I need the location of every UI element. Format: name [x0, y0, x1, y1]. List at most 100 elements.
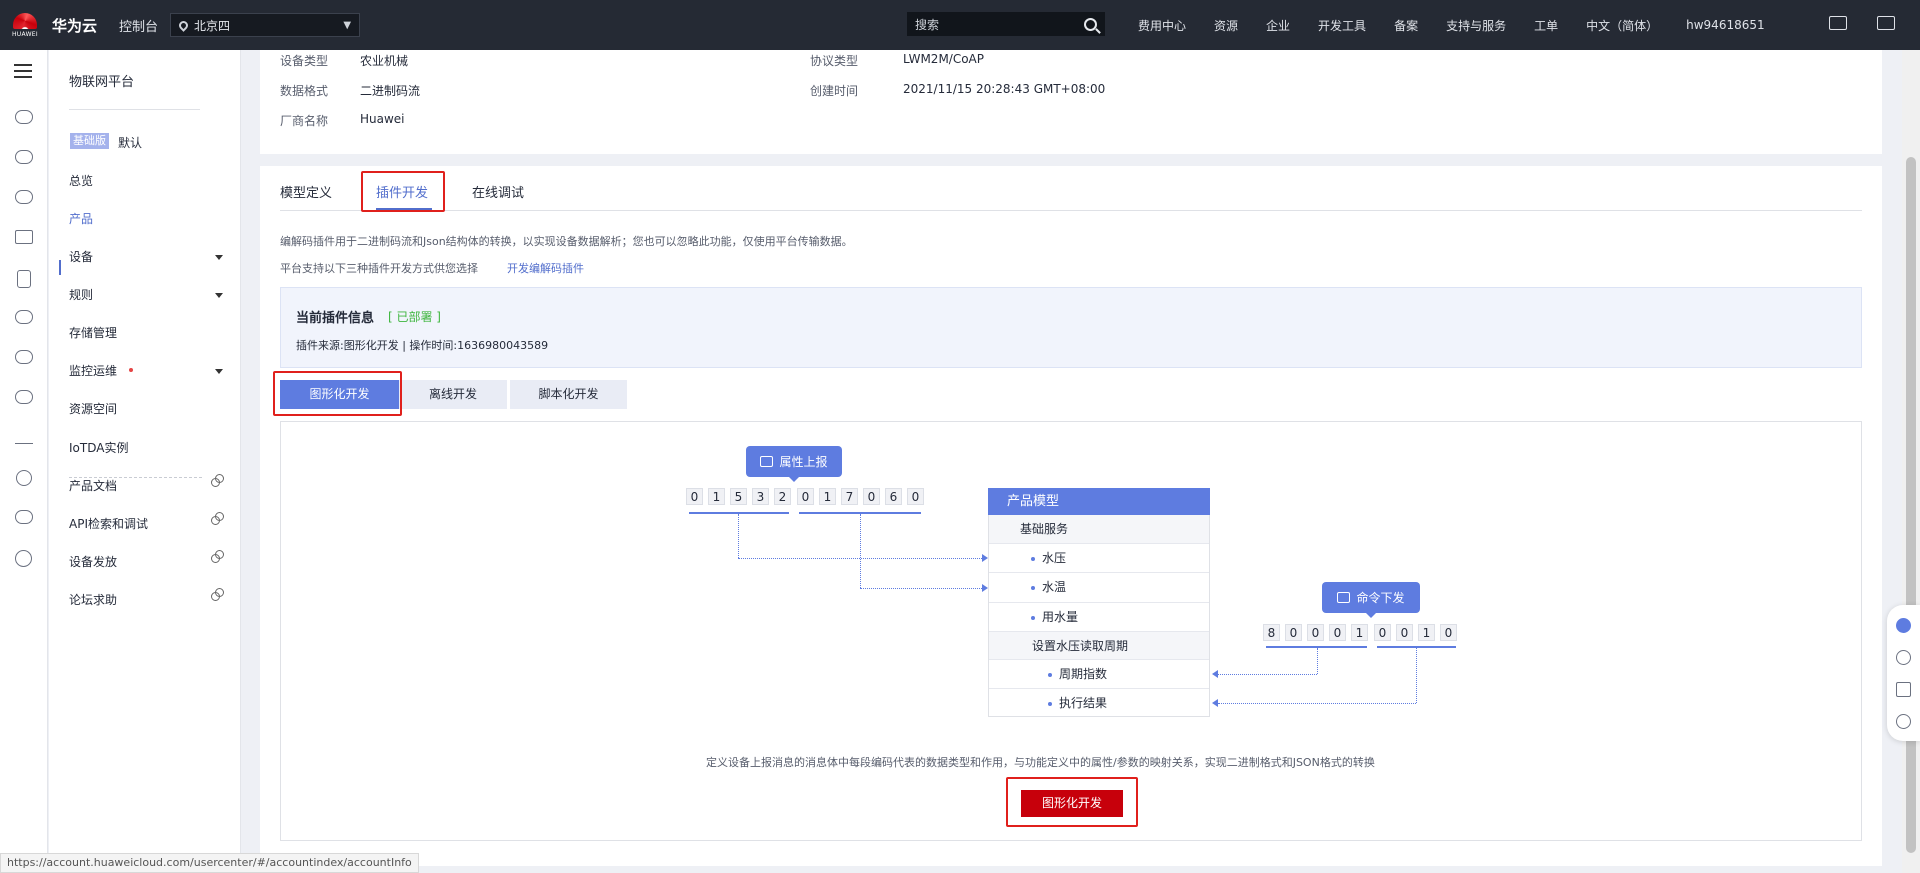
value-data-format: 二进制码流: [360, 84, 421, 98]
nav-support[interactable]: 支持与服务: [1446, 17, 1506, 34]
language-selector[interactable]: 中文（简体）: [1586, 17, 1658, 34]
hamburger-menu-icon[interactable]: [14, 64, 32, 78]
cloud-upload-icon[interactable]: [15, 350, 33, 364]
model-property-row: 用水量: [989, 602, 1209, 631]
arrow-left-icon: [1212, 670, 1218, 678]
arrow-left-icon: [1212, 699, 1218, 707]
menu-item-resource-space[interactable]: 资源空间: [69, 400, 229, 417]
edit-feedback-icon[interactable]: [1896, 682, 1911, 697]
cloud-storage-icon[interactable]: [15, 190, 33, 204]
instance-name[interactable]: 默认: [118, 134, 142, 151]
tab-online-debugging[interactable]: 在线调试: [472, 182, 524, 201]
nav-dev-tools[interactable]: 开发工具: [1318, 17, 1366, 34]
bullet-icon: [1031, 556, 1035, 561]
current-plugin-panel: [280, 287, 1862, 368]
menu-item-device-provisioning[interactable]: 设备发放: [69, 553, 229, 570]
smiley-feedback-icon[interactable]: [1896, 714, 1911, 729]
command-send-text: 命令下发: [1356, 591, 1405, 605]
nav-enterprise[interactable]: 企业: [1266, 17, 1290, 34]
menu-item-monitoring[interactable]: 监控运维: [69, 362, 229, 379]
chevron-down-icon[interactable]: [215, 255, 223, 260]
cloud-icon[interactable]: [15, 310, 33, 324]
nav-tickets[interactable]: 工单: [1534, 17, 1558, 34]
plugin-method-intro: 平台支持以下三种插件开发方式供您选择: [280, 262, 478, 275]
command-group: 设置水压读取周期: [989, 631, 1209, 659]
nav-resources[interactable]: 资源: [1214, 17, 1238, 34]
terminal-icon[interactable]: [1829, 16, 1847, 30]
menu-item-products[interactable]: 产品: [69, 210, 229, 227]
region-selector[interactable]: 北京四 ▼: [170, 13, 361, 37]
property-report-text: 属性上报: [779, 455, 828, 469]
search-input[interactable]: 搜索: [907, 12, 1105, 36]
connector-line: [1218, 674, 1317, 675]
menu-item-api-explorer[interactable]: API检索和调试: [69, 515, 229, 532]
nav-billing-center[interactable]: 费用中心: [1138, 17, 1186, 34]
cloud-monitor-icon[interactable]: [15, 390, 33, 404]
nav-icp-filing[interactable]: 备案: [1394, 17, 1418, 34]
brand-name[interactable]: 华为云: [52, 15, 97, 36]
label-created-time: 创建时间: [810, 84, 859, 98]
globe-icon[interactable]: [15, 550, 32, 567]
cloud-server-icon[interactable]: [15, 150, 33, 164]
ip-icon[interactable]: [16, 470, 32, 486]
product-model-header: 产品模型: [988, 488, 1210, 515]
property-water-temperature: 水温: [1042, 580, 1067, 594]
menu-item-rules[interactable]: 规则: [69, 286, 229, 303]
command-digit: 0: [1440, 624, 1457, 641]
scrollbar-thumb[interactable]: [1906, 157, 1916, 853]
develop-codec-plugin-link[interactable]: 开发编解码插件: [507, 260, 584, 276]
bullet-icon: [1031, 615, 1035, 620]
menu-item-storage[interactable]: 存储管理: [69, 324, 229, 341]
param-period-index: 周期指数: [1059, 667, 1108, 681]
highlight-box: [1006, 777, 1138, 827]
phone-icon[interactable]: [17, 270, 31, 288]
external-link-icon: [211, 474, 224, 487]
property-water-pressure: 水压: [1042, 551, 1067, 565]
mail-icon[interactable]: [1877, 16, 1895, 30]
offline-dev-tab[interactable]: 离线开发: [399, 380, 507, 409]
menu-item-overview[interactable]: 总览: [69, 172, 229, 189]
cluster-icon[interactable]: [15, 510, 33, 524]
command-digit: 0: [1285, 624, 1302, 641]
bullet-icon: [1031, 585, 1035, 590]
report-digit: 7: [841, 488, 858, 505]
model-property-row: 水温: [989, 572, 1209, 602]
report-digit: 1: [708, 488, 725, 505]
browser-status-url: https://account.huaweicloud.com/usercent…: [0, 853, 419, 873]
tab-model-definition[interactable]: 模型定义: [280, 182, 332, 201]
user-account[interactable]: hw94618651: [1686, 18, 1765, 32]
segment-underline: [689, 512, 789, 514]
logo-word: HUAWEI: [12, 30, 38, 38]
diagram-explanation: 定义设备上报消息的消息体中每段编码代表的数据类型和作用，与功能定义中的属性/参数…: [706, 756, 1375, 769]
platform-title: 物联网平台: [69, 75, 135, 90]
cloud-service-icon[interactable]: [15, 110, 33, 124]
chevron-down-icon[interactable]: [215, 369, 223, 374]
menu-item-iotda-instance[interactable]: IoTDA实例: [69, 439, 229, 456]
external-link-icon: [211, 512, 224, 525]
huawei-flower-icon: [13, 12, 37, 29]
product-info-card: [260, 50, 1882, 154]
location-pin-icon: [177, 18, 190, 32]
report-digit: 0: [797, 488, 814, 505]
value-manufacturer: Huawei: [360, 112, 405, 126]
command-digit: 1: [1418, 624, 1435, 641]
command-digit: 0: [1374, 624, 1391, 641]
report-digit: 5: [730, 488, 747, 505]
menu-item-forum[interactable]: 论坛求助: [69, 591, 229, 608]
current-plugin-title: 当前插件信息: [296, 311, 375, 326]
menu-item-devices[interactable]: 设备: [69, 248, 229, 265]
property-water-usage: 用水量: [1042, 610, 1079, 624]
region-value: 北京四: [194, 18, 231, 33]
deploy-icon[interactable]: [15, 430, 33, 444]
help-icon[interactable]: [1896, 650, 1911, 665]
command-param-row: 周期指数: [989, 659, 1209, 688]
menu-item-product-docs[interactable]: 产品文档: [69, 477, 229, 494]
script-dev-tab[interactable]: 脚本化开发: [510, 380, 627, 409]
headset-support-icon[interactable]: [1896, 618, 1911, 633]
network-icon[interactable]: [15, 230, 33, 244]
console-link[interactable]: 控制台: [119, 16, 158, 35]
huawei-logo[interactable]: HUAWEI: [0, 0, 50, 50]
chevron-down-icon[interactable]: [215, 293, 223, 298]
search-icon[interactable]: [1084, 17, 1097, 31]
label-protocol-type: 协议类型: [810, 54, 859, 68]
